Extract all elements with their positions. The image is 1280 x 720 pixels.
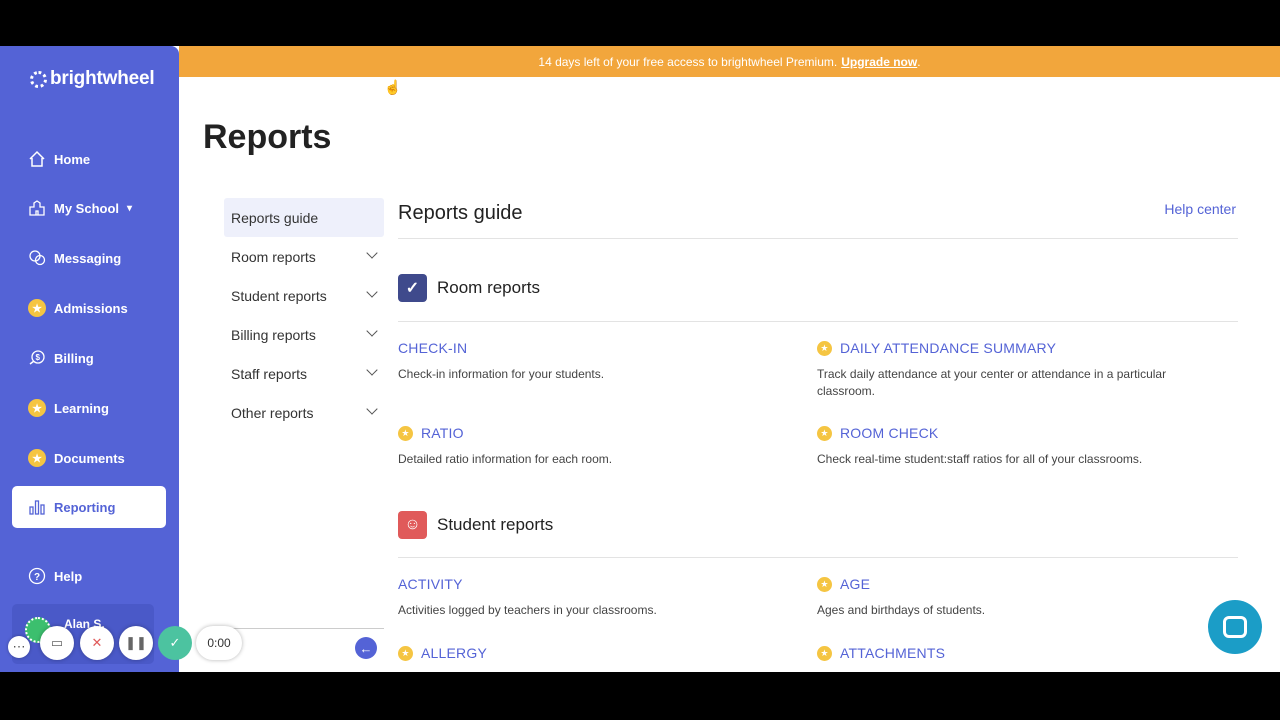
chevron-down-icon bbox=[366, 286, 378, 298]
sidebar-item-reporting[interactable]: Reporting bbox=[12, 486, 166, 528]
home-icon bbox=[28, 150, 46, 168]
sidebar-item-billing[interactable]: $ Billing bbox=[12, 337, 166, 379]
star-icon: ★ bbox=[817, 576, 832, 592]
sidebar-item-home[interactable]: Home bbox=[12, 138, 166, 180]
sidebar-item-learning[interactable]: ★ Learning bbox=[12, 387, 166, 429]
chat-launcher-button[interactable] bbox=[1208, 600, 1262, 654]
camera-toggle-button[interactable]: ▭ bbox=[40, 626, 74, 660]
chevron-down-icon bbox=[366, 364, 378, 376]
sidebar-item-my-school[interactable]: My School ▾ bbox=[12, 187, 166, 229]
section-title: Reports guide bbox=[398, 202, 523, 224]
upgrade-link[interactable]: Upgrade now bbox=[841, 55, 917, 69]
sidebar-item-documents[interactable]: ★ Documents bbox=[12, 437, 166, 479]
sidebar-item-admissions[interactable]: ★ Admissions bbox=[12, 287, 166, 329]
divider bbox=[398, 238, 1238, 239]
report-daily-attendance-summary[interactable]: ★ DAILY ATTENDANCE SUMMARY Track daily at… bbox=[817, 340, 1207, 400]
star-icon: ★ bbox=[28, 449, 46, 467]
report-ratio[interactable]: ★ RATIO Detailed ratio information for ea… bbox=[398, 425, 788, 468]
finish-recording-button[interactable]: ✓ bbox=[158, 626, 192, 660]
collapse-arrow-button[interactable]: ← bbox=[355, 637, 377, 659]
svg-text:?: ? bbox=[34, 572, 40, 583]
chat-icon bbox=[1223, 616, 1247, 638]
billing-icon: $ bbox=[28, 349, 46, 367]
chevron-down-icon bbox=[366, 403, 378, 415]
messaging-icon bbox=[28, 249, 46, 267]
sidebar-item-messaging[interactable]: Messaging bbox=[12, 237, 166, 279]
report-allergy[interactable]: ★ ALLERGY bbox=[398, 645, 788, 661]
subnav-billing-reports[interactable]: Billing reports bbox=[224, 315, 384, 354]
report-activity[interactable]: ACTIVITY Activities logged by teachers i… bbox=[398, 576, 788, 619]
sidebar: brightwheel Home My School ▾ Messaging ★… bbox=[0, 46, 179, 672]
delete-recording-button[interactable]: ✕ bbox=[80, 626, 114, 660]
chevron-down-icon: ▾ bbox=[127, 202, 133, 214]
page-title: Reports bbox=[203, 118, 332, 156]
help-icon: ? bbox=[28, 567, 46, 585]
star-icon: ★ bbox=[398, 645, 413, 661]
logo-icon bbox=[30, 70, 47, 88]
star-icon: ★ bbox=[28, 399, 46, 417]
room-reports-heading: ✓ Room reports bbox=[398, 274, 540, 302]
divider bbox=[398, 557, 1238, 558]
star-icon: ★ bbox=[817, 425, 832, 441]
student-face-icon: ☺ bbox=[398, 511, 427, 539]
sidebar-item-help[interactable]: ? Help bbox=[12, 555, 166, 597]
help-center-link[interactable]: Help center bbox=[1164, 201, 1236, 217]
divider bbox=[224, 628, 384, 629]
report-room-check[interactable]: ★ ROOM CHECK Check real-time student:staf… bbox=[817, 425, 1207, 468]
school-icon bbox=[28, 199, 46, 217]
bar-chart-icon bbox=[28, 498, 46, 516]
star-icon: ★ bbox=[817, 645, 832, 661]
subnav-student-reports[interactable]: Student reports bbox=[224, 276, 384, 315]
svg-text:$: $ bbox=[36, 353, 41, 362]
subnav-reports-guide[interactable]: Reports guide bbox=[224, 198, 384, 237]
brightwheel-logo[interactable]: brightwheel bbox=[30, 68, 155, 90]
chevron-down-icon bbox=[366, 325, 378, 337]
report-check-in[interactable]: CHECK-IN Check-in information for your s… bbox=[398, 340, 788, 383]
subnav-room-reports[interactable]: Room reports bbox=[224, 237, 384, 276]
app-window: brightwheel Home My School ▾ Messaging ★… bbox=[0, 46, 1280, 672]
trial-banner: 14 days left of your free access to brig… bbox=[179, 46, 1280, 77]
more-options-button[interactable]: ⋯ bbox=[8, 636, 30, 658]
subnav-other-reports[interactable]: Other reports bbox=[224, 393, 384, 432]
pause-button[interactable]: ❚❚ bbox=[119, 626, 153, 660]
chevron-down-icon bbox=[366, 247, 378, 259]
clipboard-check-icon: ✓ bbox=[398, 274, 427, 302]
star-icon: ★ bbox=[817, 340, 832, 356]
student-reports-heading: ☺ Student reports bbox=[398, 511, 553, 539]
report-age[interactable]: ★ AGE Ages and birthdays of students. bbox=[817, 576, 1207, 619]
report-attachments[interactable]: ★ ATTACHMENTS bbox=[817, 645, 1207, 661]
star-icon: ★ bbox=[28, 299, 46, 317]
divider bbox=[398, 321, 1238, 322]
hand-cursor-icon: ☝ bbox=[384, 79, 402, 95]
subnav-staff-reports[interactable]: Staff reports bbox=[224, 354, 384, 393]
star-icon: ★ bbox=[398, 425, 413, 441]
recording-timer: 0:00 bbox=[196, 626, 242, 660]
